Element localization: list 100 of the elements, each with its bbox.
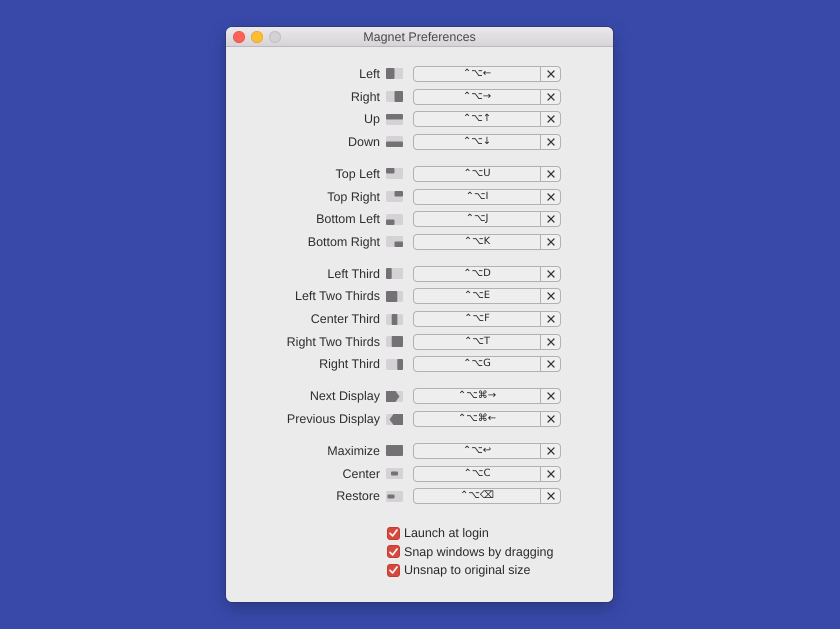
centered-block-layout-icon [386, 468, 403, 480]
action-label: Center [341, 466, 380, 481]
checkmark-icon [389, 548, 398, 556]
action-label: Bottom Right [306, 234, 380, 249]
bottom-left-quarter-layout-icon [386, 214, 403, 225]
shortcut-field[interactable]: ⌃⌥↑ [413, 111, 541, 128]
top-left-quarter-layout-icon [386, 168, 403, 180]
shortcut-field[interactable]: ⌃⌥C [413, 466, 541, 482]
clear-shortcut-button[interactable] [540, 311, 561, 328]
clear-shortcut-button[interactable] [540, 411, 561, 427]
bottom-right-quarter-layout-icon [386, 236, 403, 248]
action-label: Right Third [318, 357, 380, 372]
cross-icon [546, 270, 554, 278]
shortcut-field[interactable]: ⌃⌥↩ [413, 442, 541, 459]
shortcut-field[interactable]: ⌃⌥G [413, 356, 541, 372]
shortcut-field[interactable]: ⌃⌥↓ [413, 134, 541, 150]
right-half-layout-icon [386, 91, 403, 102]
clear-shortcut-button[interactable] [540, 134, 561, 150]
cross-icon [546, 338, 554, 346]
cross-icon [546, 315, 554, 324]
left-pointer-layout-icon [386, 414, 403, 424]
shortcut-field[interactable]: ⌃⌥D [413, 266, 541, 282]
clear-shortcut-button[interactable] [540, 66, 561, 82]
cross-icon [546, 238, 554, 246]
action-label: Left [358, 66, 380, 81]
left-two-thirds-layout-icon [386, 290, 403, 302]
cross-icon [546, 115, 554, 124]
action-label: Left Third [326, 266, 380, 281]
clear-shortcut-button[interactable] [540, 166, 561, 182]
checkbox[interactable] [387, 545, 400, 558]
cross-icon [546, 170, 554, 178]
option-label[interactable]: Snap windows by dragging [404, 544, 554, 559]
clear-shortcut-button[interactable] [540, 356, 561, 372]
checkmark-icon [389, 566, 398, 574]
shortcut-field[interactable]: ⌃⌥⌫ [413, 488, 541, 504]
option-label[interactable]: Launch at login [404, 526, 489, 540]
cross-icon [546, 492, 554, 500]
cross-icon [546, 70, 554, 78]
action-label: Top Left [334, 166, 380, 181]
clear-shortcut-button[interactable] [540, 442, 561, 459]
action-label: Right [350, 90, 380, 104]
clear-shortcut-button[interactable] [540, 466, 561, 482]
clear-shortcut-button[interactable] [540, 488, 561, 504]
action-label: Right Two Thirds [286, 334, 380, 349]
clear-shortcut-button[interactable] [540, 188, 561, 204]
action-label: Center Third [310, 312, 380, 326]
top-half-layout-icon [386, 114, 403, 125]
cross-icon [546, 215, 554, 224]
shortcut-field[interactable]: ⌃⌥I [413, 188, 541, 204]
shortcut-field[interactable]: ⌃⌥← [413, 66, 541, 82]
right-third-layout-icon [386, 358, 403, 370]
shortcut-field[interactable]: ⌃⌥⌘→ [413, 388, 541, 404]
cross-icon [546, 360, 554, 368]
shortcut-field[interactable]: ⌃⌥T [413, 334, 541, 350]
shortcut-field[interactable]: ⌃⌥F [413, 311, 541, 328]
option-label[interactable]: Unsnap to original size [404, 563, 530, 578]
cross-icon [546, 192, 554, 200]
left-block-layout-icon [386, 490, 403, 502]
action-label: Bottom Left [315, 212, 380, 226]
clear-shortcut-button[interactable] [540, 266, 561, 282]
cross-icon [546, 470, 554, 478]
right-two-thirds-layout-icon [386, 336, 403, 348]
checkmark-icon [389, 529, 398, 538]
cross-icon [546, 92, 554, 101]
shortcut-field[interactable]: ⌃⌥→ [413, 88, 541, 105]
clear-shortcut-button[interactable] [540, 288, 561, 304]
window-title: Magnet Preferences [363, 30, 476, 44]
shortcut-field[interactable]: ⌃⌥U [413, 166, 541, 182]
clear-shortcut-button[interactable] [540, 111, 561, 128]
shortcut-field[interactable]: ⌃⌥E [413, 288, 541, 304]
action-label: Previous Display [286, 412, 380, 426]
right-pointer-layout-icon [386, 390, 403, 402]
action-label: Top Right [326, 190, 380, 204]
cross-icon [546, 415, 554, 423]
center-third-layout-icon [386, 314, 403, 325]
clear-shortcut-button[interactable] [540, 334, 561, 350]
left-half-layout-icon [386, 68, 403, 80]
checkbox[interactable] [387, 564, 400, 577]
shortcut-field[interactable]: ⌃⌥K [413, 234, 541, 250]
action-label: Down [347, 134, 380, 149]
shortcut-field[interactable]: ⌃⌥J [413, 211, 541, 228]
checkbox[interactable] [387, 526, 400, 540]
left-third-layout-icon [386, 268, 403, 280]
action-label: Next Display [308, 389, 380, 404]
action-label: Maximize [326, 444, 380, 458]
bottom-half-layout-icon [386, 136, 403, 148]
clear-shortcut-button[interactable] [540, 388, 561, 404]
cross-icon [546, 138, 554, 146]
clear-shortcut-button[interactable] [540, 88, 561, 105]
action-label: Up [363, 112, 380, 126]
clear-shortcut-button[interactable] [540, 234, 561, 250]
action-label: Restore [335, 489, 380, 504]
clear-shortcut-button[interactable] [540, 211, 561, 228]
cross-icon [546, 392, 554, 400]
close-button[interactable] [233, 30, 245, 42]
cross-icon [546, 292, 554, 300]
shortcut-field[interactable]: ⌃⌥⌘← [413, 411, 541, 427]
action-label: Left Two Thirds [294, 289, 380, 304]
full-layout-icon [386, 445, 403, 456]
cross-icon [546, 446, 554, 455]
